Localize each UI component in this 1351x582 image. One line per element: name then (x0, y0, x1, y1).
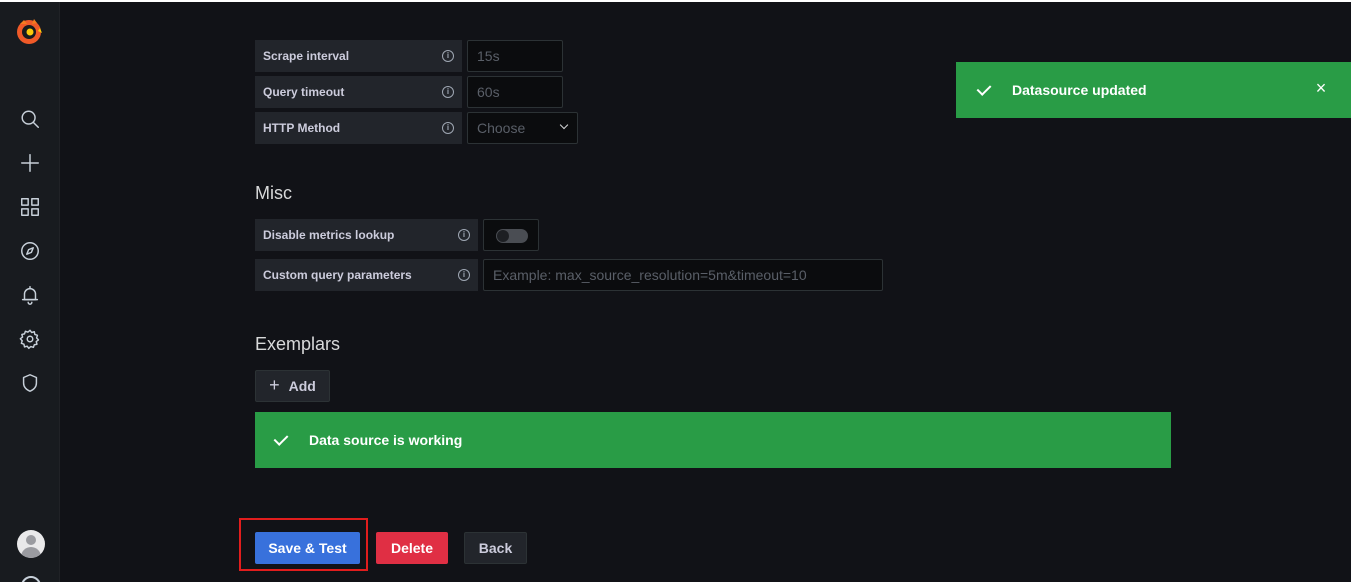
info-icon[interactable]: i (442, 122, 454, 134)
custom-query-parameters-input[interactable]: Example: max_source_resolution=5m&timeou… (483, 259, 883, 291)
exemplars-section-title: Exemplars (255, 334, 341, 354)
disable-metrics-lookup-toggle[interactable] (496, 229, 528, 243)
back-button[interactable]: Back (464, 532, 527, 564)
http-method-label: HTTP Method i (255, 112, 462, 144)
shield-icon[interactable] (10, 365, 50, 401)
chevron-down-icon (559, 120, 569, 130)
bell-icon[interactable] (10, 277, 50, 313)
plus-icon[interactable] (10, 145, 50, 181)
grafana-logo[interactable] (12, 14, 46, 48)
misc-section-title: Misc (255, 183, 292, 203)
query-timeout-input[interactable]: 60s (467, 76, 563, 108)
search-icon[interactable] (10, 101, 50, 137)
delete-button[interactable]: Delete (376, 532, 448, 564)
query-timeout-label: Query timeout i (255, 76, 462, 108)
datasource-updated-toast: Datasource updated × (956, 62, 1351, 118)
custom-query-parameters-label: Custom query parameters i (255, 259, 478, 291)
top-edge (0, 0, 1351, 2)
close-icon[interactable]: × (1313, 79, 1329, 97)
check-icon (976, 80, 992, 96)
info-icon[interactable]: i (442, 86, 454, 98)
plus-icon: + (269, 374, 280, 395)
http-method-select[interactable]: Choose (467, 112, 578, 144)
gear-icon[interactable] (10, 321, 50, 357)
scrape-interval-input[interactable]: 15s (467, 40, 563, 72)
info-icon[interactable]: i (458, 269, 470, 281)
check-icon (273, 430, 289, 446)
help-icon[interactable] (21, 576, 41, 582)
avatar[interactable] (17, 530, 45, 558)
compass-icon[interactable] (10, 233, 50, 269)
info-icon[interactable]: i (442, 50, 454, 62)
sidebar (0, 2, 60, 582)
save-test-button[interactable]: Save & Test (255, 532, 360, 564)
dashboards-icon[interactable] (10, 189, 50, 225)
disable-metrics-lookup-toggle-container (483, 219, 539, 251)
scrape-interval-label: Scrape interval i (255, 40, 462, 72)
datasource-working-alert: Data source is working (255, 412, 1171, 468)
disable-metrics-lookup-label: Disable metrics lookup i (255, 219, 478, 251)
add-exemplar-button[interactable]: + Add (255, 370, 330, 402)
info-icon[interactable]: i (458, 229, 470, 241)
